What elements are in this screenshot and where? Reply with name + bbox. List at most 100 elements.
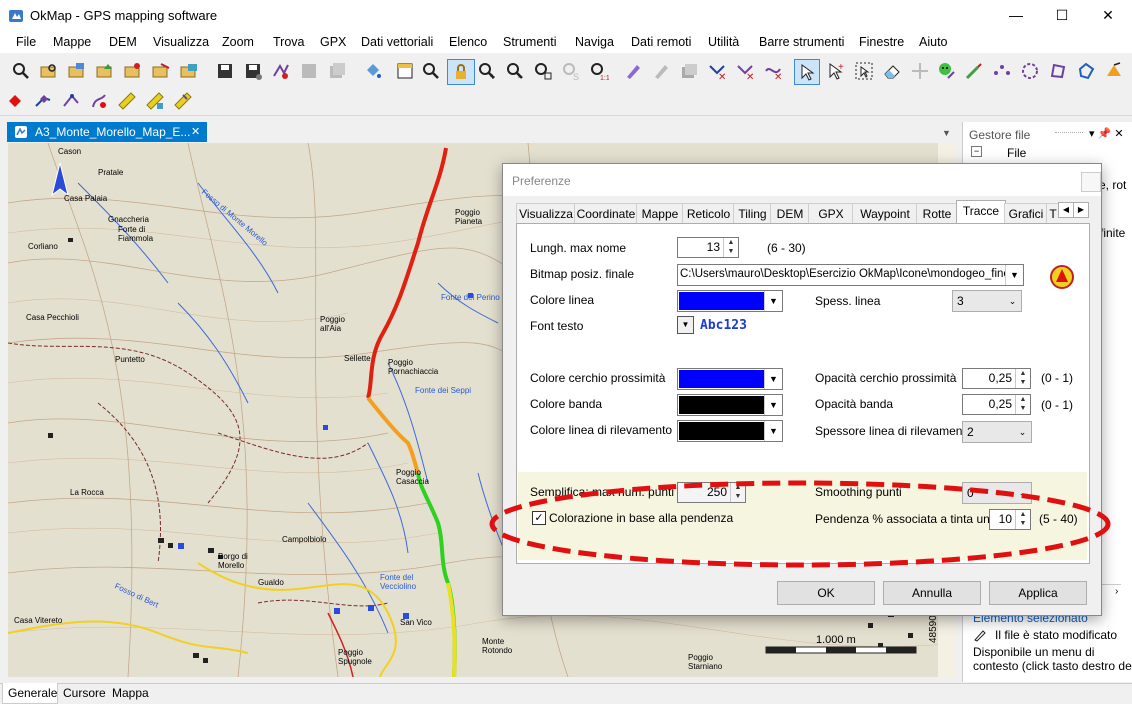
menu-dati-vettoriali[interactable]: Dati vettoriali bbox=[361, 35, 433, 49]
folder-search-icon[interactable] bbox=[38, 60, 60, 82]
draw-line-icon[interactable] bbox=[963, 60, 985, 82]
tab-generale[interactable]: Generale bbox=[8, 686, 57, 700]
ruler-profile-icon[interactable] bbox=[172, 90, 194, 112]
track-delete-icon[interactable]: ✕ bbox=[762, 60, 784, 82]
save-disabled-icon[interactable] bbox=[298, 60, 320, 82]
tree-root-file[interactable]: File bbox=[1007, 146, 1026, 160]
route-edit-icon[interactable] bbox=[60, 90, 82, 112]
chevron-down-icon[interactable]: ▼ bbox=[764, 421, 782, 441]
zoom-in-icon[interactable]: + bbox=[476, 60, 498, 82]
chevron-down-icon[interactable]: ▼ bbox=[764, 291, 782, 311]
maximize-button[interactable]: ☐ bbox=[1039, 0, 1085, 31]
close-button[interactable]: ✕ bbox=[1085, 0, 1131, 31]
tab-mappe[interactable]: Mappe bbox=[636, 203, 684, 224]
dialog-close-button[interactable] bbox=[1081, 172, 1101, 192]
draw-polygon-icon[interactable] bbox=[1047, 60, 1069, 82]
pencil-icon[interactable] bbox=[622, 60, 644, 82]
move-disabled-icon[interactable] bbox=[909, 60, 931, 82]
menu-dati-remoti[interactable]: Dati remoti bbox=[631, 35, 691, 49]
tab-reticolo[interactable]: Reticolo bbox=[682, 203, 735, 224]
chevron-down-icon[interactable]: ▼ bbox=[1005, 265, 1023, 285]
chevron-down-icon[interactable]: ▼ bbox=[764, 395, 782, 415]
draw-shape-icon[interactable] bbox=[1075, 60, 1097, 82]
minimize-button[interactable]: — bbox=[993, 0, 1039, 31]
ruler-icon[interactable] bbox=[116, 90, 138, 112]
stepper-arrows-icon[interactable]: ▲ ▼ bbox=[1015, 369, 1030, 388]
line-color-picker[interactable]: ▼ bbox=[677, 290, 783, 312]
draw-fill-icon[interactable] bbox=[1103, 60, 1125, 82]
menu-finestre[interactable]: Finestre bbox=[859, 35, 904, 49]
track-edit-icon[interactable] bbox=[88, 90, 110, 112]
window-layout-icon[interactable] bbox=[394, 60, 416, 82]
select-arrow-icon[interactable] bbox=[794, 59, 820, 85]
map-layers-icon[interactable] bbox=[678, 60, 700, 82]
chevron-down-icon[interactable]: ⌄ bbox=[1004, 291, 1021, 311]
tab-scroll-right-icon[interactable]: ▶ bbox=[1073, 202, 1089, 218]
paint-bucket-icon[interactable] bbox=[362, 60, 384, 82]
survey-width-select[interactable]: 2 ⌄ bbox=[962, 421, 1032, 443]
zoom-icon[interactable] bbox=[420, 60, 442, 82]
survey-color-picker[interactable]: ▼ bbox=[677, 420, 783, 442]
ruler-area-icon[interactable] bbox=[144, 90, 166, 112]
tab-list-chevron-down-icon[interactable]: ▼ bbox=[942, 128, 951, 138]
menu-naviga[interactable]: Naviga bbox=[575, 35, 614, 49]
menu-gpx[interactable]: GPX bbox=[320, 35, 346, 49]
stepper-arrows-icon[interactable]: ▲ ▼ bbox=[1015, 395, 1030, 414]
folder-open-icon[interactable] bbox=[66, 60, 88, 82]
waypoint-red-icon[interactable] bbox=[4, 90, 26, 112]
save-icon[interactable] bbox=[214, 60, 236, 82]
tab-rotte[interactable]: Rotte bbox=[916, 203, 958, 224]
tab-mappa[interactable]: Mappa bbox=[112, 686, 149, 700]
folder-image-icon[interactable] bbox=[178, 60, 200, 82]
smiley-pencil-icon[interactable] bbox=[935, 60, 957, 82]
save-gpx-icon[interactable] bbox=[270, 60, 292, 82]
tab-dem[interactable]: DEM bbox=[770, 203, 810, 224]
tab-close-icon[interactable]: ✕ bbox=[191, 125, 200, 138]
folder-dem-icon[interactable] bbox=[94, 60, 116, 82]
save-as-icon[interactable] bbox=[242, 60, 264, 82]
max-name-stepper[interactable]: 13 ▲ ▼ bbox=[677, 237, 739, 258]
menu-visualizza[interactable]: Visualizza bbox=[153, 35, 209, 49]
lock-icon[interactable] bbox=[447, 59, 475, 85]
menu-elenco[interactable]: Elenco bbox=[449, 35, 487, 49]
waypoint-delete-icon[interactable]: ✕ bbox=[706, 60, 728, 82]
tab-tiling[interactable]: Tiling bbox=[733, 203, 772, 224]
tree-collapse-icon[interactable]: − bbox=[971, 146, 982, 157]
zoom-1-1-icon[interactable]: 1:1 bbox=[588, 60, 610, 82]
menu-mappe[interactable]: Mappe bbox=[53, 35, 91, 49]
select-rect-icon[interactable] bbox=[853, 60, 875, 82]
cancel-button[interactable]: Annulla bbox=[883, 581, 981, 605]
tab-grafici[interactable]: Grafici bbox=[1004, 203, 1048, 224]
menu-file[interactable]: File bbox=[16, 35, 36, 49]
font-picker-button[interactable]: ▼ bbox=[677, 316, 694, 334]
bitmap-select[interactable]: C:\Users\mauro\Desktop\Esercizio OkMap\I… bbox=[677, 264, 1024, 286]
band-opacity-stepper[interactable]: 0,25 ▲ ▼ bbox=[962, 394, 1031, 415]
tab-document[interactable]: A3_Monte_Morello_Map_E... ✕ bbox=[7, 122, 207, 142]
eraser-icon[interactable] bbox=[881, 60, 903, 82]
tab-tracce[interactable]: Tracce bbox=[956, 200, 1006, 224]
apply-button[interactable]: Applica bbox=[989, 581, 1087, 605]
band-color-picker[interactable]: ▼ bbox=[677, 394, 783, 416]
folder-vector-icon[interactable] bbox=[150, 60, 172, 82]
save-all-disabled-icon[interactable] bbox=[326, 60, 348, 82]
menu-aiuto[interactable]: Aiuto bbox=[919, 35, 948, 49]
zoom-out-icon[interactable]: - bbox=[504, 60, 526, 82]
ok-button[interactable]: OK bbox=[777, 581, 875, 605]
folder-gpx-icon[interactable] bbox=[122, 60, 144, 82]
chevron-down-icon[interactable]: ▼ bbox=[764, 369, 782, 389]
menu-trova[interactable]: Trova bbox=[273, 35, 305, 49]
prox-opacity-stepper[interactable]: 0,25 ▲ ▼ bbox=[962, 368, 1031, 389]
zoom-scale-disabled-icon[interactable]: S bbox=[560, 60, 582, 82]
tab-waypoint[interactable]: Waypoint bbox=[852, 203, 918, 224]
tab-cursore[interactable]: Cursore bbox=[63, 686, 106, 700]
prox-color-picker[interactable]: ▼ bbox=[677, 368, 783, 390]
menu-utilita[interactable]: Utilità bbox=[708, 35, 739, 49]
draw-circle-icon[interactable] bbox=[1019, 60, 1041, 82]
menu-zoom[interactable]: Zoom bbox=[222, 35, 254, 49]
draw-points-icon[interactable] bbox=[991, 60, 1013, 82]
line-width-select[interactable]: 3 ⌄ bbox=[952, 290, 1022, 312]
menu-barre-strumenti[interactable]: Barre strumenti bbox=[759, 35, 844, 49]
open-map-icon[interactable] bbox=[10, 60, 32, 82]
stepper-arrows-icon[interactable]: ▲ ▼ bbox=[723, 238, 738, 257]
chevron-down-icon[interactable]: ⌄ bbox=[1014, 422, 1031, 442]
